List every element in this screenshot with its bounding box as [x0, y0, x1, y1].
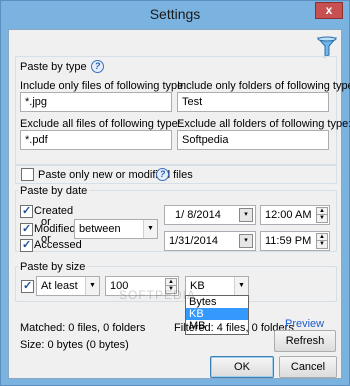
- date-to-input[interactable]: 1/31/2014 ▾: [164, 231, 256, 251]
- include-files-label: Include only files of following type:: [20, 80, 187, 92]
- spinner-icon[interactable]: ▲ ▼: [316, 207, 328, 223]
- accessed-checkbox[interactable]: [20, 238, 33, 252]
- window-title: Settings: [149, 6, 201, 22]
- date-from-input[interactable]: 1/ 8/2014 ▾: [164, 205, 256, 225]
- chevron-down-icon[interactable]: ▼: [143, 220, 157, 238]
- refresh-button[interactable]: Refresh: [274, 330, 336, 352]
- size-status: Size: 0 bytes (0 bytes): [20, 339, 129, 351]
- time-to-value: 11:59 PM: [265, 235, 312, 247]
- modified-checkbox[interactable]: [20, 222, 33, 236]
- paste-by-type-title: Paste by type: [18, 61, 89, 73]
- include-folders-label: Include only folders of following type:: [177, 80, 350, 92]
- matched-status: Matched: 0 files, 0 folders: [20, 322, 146, 334]
- time-from-value: 12:00 AM: [265, 209, 312, 221]
- date-to-value: 1/31/2014: [169, 235, 218, 247]
- created-checkbox[interactable]: [20, 204, 33, 218]
- paste-only-new-checkbox[interactable]: [21, 168, 34, 181]
- help-icon[interactable]: ?: [156, 168, 169, 181]
- watermark: SOFTPEDIA: [119, 288, 197, 302]
- size-unit-option[interactable]: KB: [186, 308, 248, 320]
- date-condition-select[interactable]: between ▼: [74, 219, 158, 239]
- settings-window: Settings x Paste by type ? Include only …: [0, 0, 350, 386]
- paste-by-size-checkbox[interactable]: [21, 279, 34, 293]
- date-condition-value: between: [79, 223, 121, 235]
- paste-only-new-label: Paste only new or modified files: [38, 169, 193, 181]
- paste-by-date-title: Paste by date: [18, 185, 90, 197]
- dialog-body: Paste by type ? Include only files of fo…: [8, 29, 350, 379]
- chevron-down-icon[interactable]: ▼: [85, 277, 99, 295]
- size-comparison-value: At least: [41, 280, 78, 292]
- include-folders-input[interactable]: Test: [177, 92, 329, 112]
- size-comparison-select[interactable]: At least ▼: [36, 276, 100, 296]
- exclude-folders-input[interactable]: Softpedia: [177, 130, 329, 150]
- close-button[interactable]: x: [315, 2, 343, 19]
- time-to-input[interactable]: 11:59 PM ▲ ▼: [260, 231, 330, 251]
- time-from-input[interactable]: 12:00 AM ▲ ▼: [260, 205, 330, 225]
- accessed-label: Accessed: [34, 239, 82, 251]
- filter-icon: [317, 36, 337, 58]
- preview-link[interactable]: Preview: [285, 318, 324, 330]
- cancel-button[interactable]: Cancel: [279, 356, 337, 378]
- exclude-files-input[interactable]: *.pdf: [20, 130, 172, 150]
- exclude-folders-label: Exclude all folders of following type:: [177, 118, 350, 130]
- paste-by-size-title: Paste by size: [18, 261, 88, 273]
- date-from-value: 1/ 8/2014: [175, 209, 221, 221]
- exclude-files-label: Exclude all files of following type:: [20, 118, 181, 130]
- chevron-down-icon[interactable]: ▼: [234, 277, 248, 295]
- help-icon[interactable]: ?: [91, 60, 104, 73]
- created-label: Created: [34, 205, 74, 217]
- spinner-icon[interactable]: ▲ ▼: [316, 233, 328, 249]
- calendar-icon[interactable]: ▾: [239, 208, 253, 222]
- ok-button[interactable]: OK: [210, 356, 274, 378]
- include-files-input[interactable]: *.jpg: [20, 92, 172, 112]
- calendar-icon[interactable]: ▾: [239, 234, 253, 248]
